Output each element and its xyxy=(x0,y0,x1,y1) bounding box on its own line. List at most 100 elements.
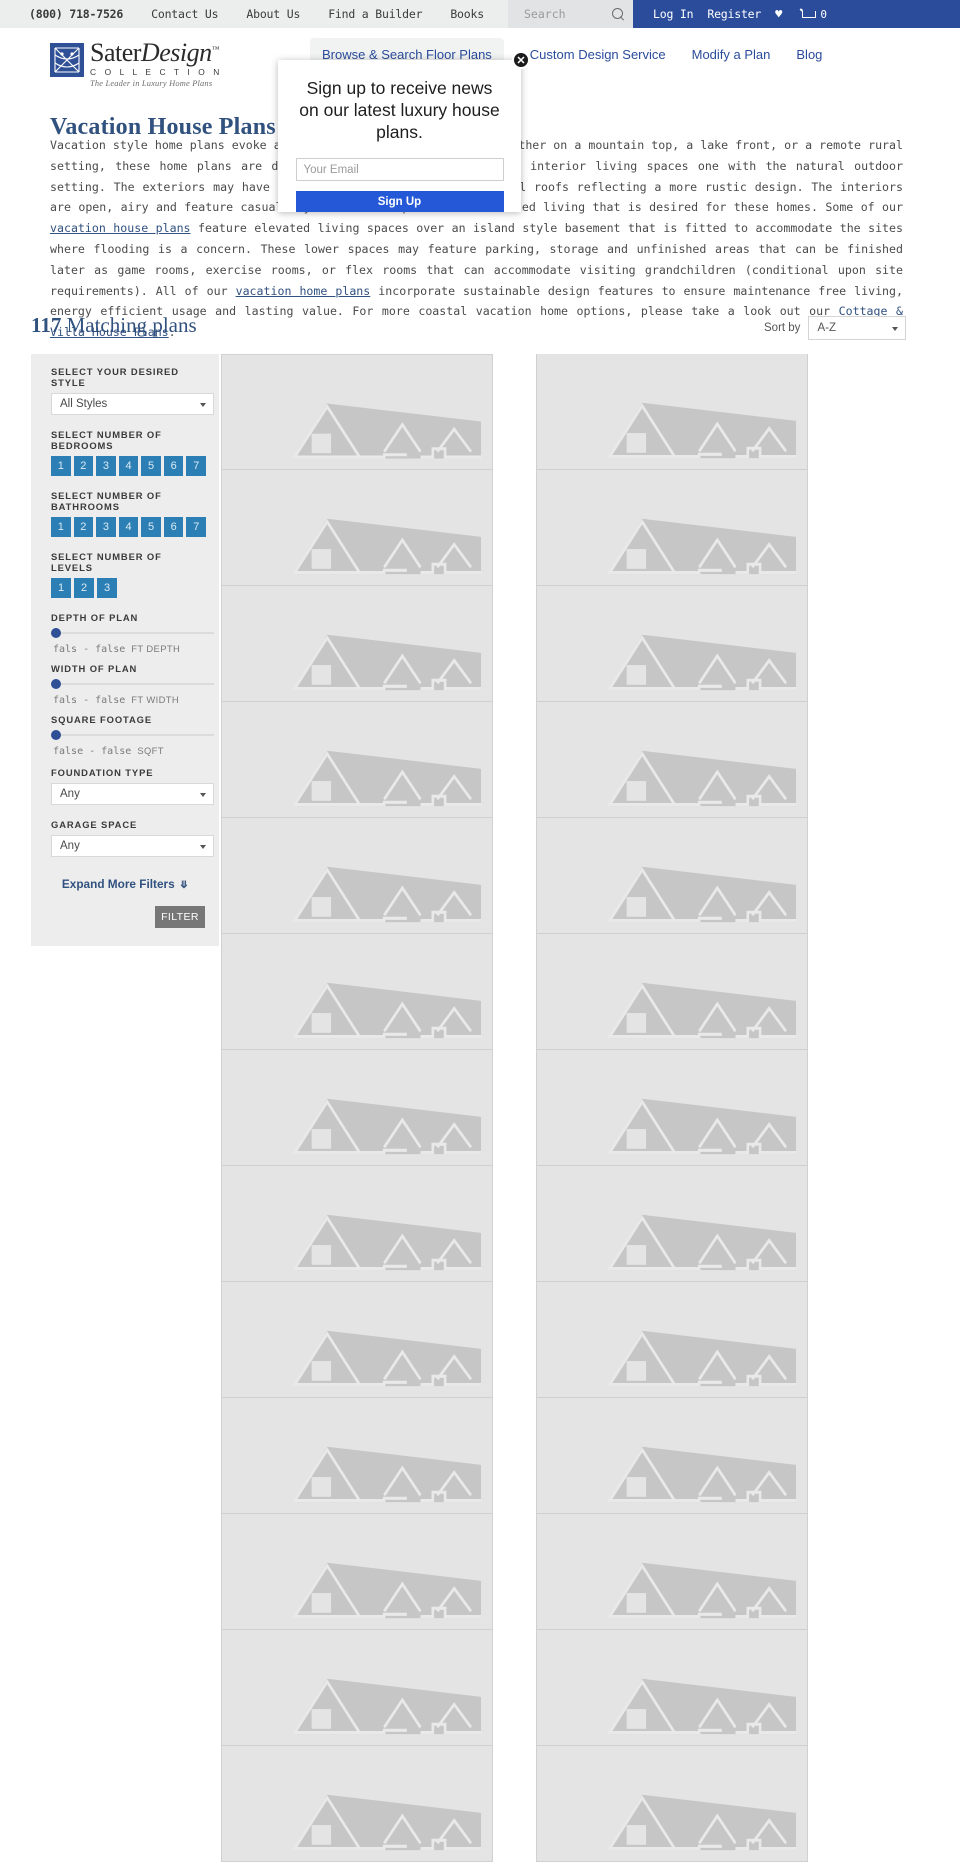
search-icon[interactable] xyxy=(612,7,625,21)
plan-results-grid xyxy=(221,354,960,1862)
account-bar: Log In Register ♥ 0 xyxy=(633,0,960,28)
plan-card[interactable] xyxy=(536,1514,808,1630)
plan-card[interactable] xyxy=(536,1166,808,1282)
plan-card[interactable] xyxy=(221,702,493,818)
filter-submit-button[interactable]: FILTER xyxy=(155,906,205,928)
expand-more-filters[interactable]: Expand More Filters ⤋ xyxy=(44,873,206,898)
plan-card[interactable] xyxy=(221,1398,493,1514)
plan-card[interactable] xyxy=(221,934,493,1050)
filter-select-garage-space[interactable]: Any xyxy=(51,835,214,857)
plan-card[interactable] xyxy=(536,1746,808,1862)
search-input[interactable] xyxy=(522,6,610,22)
plan-card[interactable] xyxy=(221,818,493,934)
cart-button[interactable]: 0 xyxy=(800,8,827,21)
plan-card[interactable] xyxy=(221,1746,493,1862)
intro-link-vacation-house-plans[interactable]: vacation house plans xyxy=(50,221,191,235)
slider-track xyxy=(51,632,214,634)
sort-label: Sort by xyxy=(764,322,801,334)
utility-link-find-a-builder[interactable]: Find a Builder xyxy=(328,7,422,21)
levels-option-1[interactable]: 1 xyxy=(51,578,71,598)
logo-wordmark: SaterDesign™ C O L L E C T I O N The Lea… xyxy=(90,40,255,89)
nav-item-custom-design-service[interactable]: Custom Design Service xyxy=(530,47,666,62)
filter-value-width: fals - false FT WIDTH xyxy=(53,694,180,706)
expand-more-filters-link[interactable]: Expand More Filters ⤋ xyxy=(62,877,188,891)
filter-label-levels: SELECT NUMBER OF LEVELS xyxy=(51,551,162,573)
sort-select[interactable]: A-Z xyxy=(808,316,907,340)
logo-collection: C O L L E C T I O N xyxy=(90,67,223,77)
filter-select-style[interactable]: All Styles xyxy=(51,393,214,415)
plan-card[interactable] xyxy=(221,354,493,470)
filter-label-garage-space: GARAGE SPACE xyxy=(51,819,138,830)
filter-label-foundation-type: FOUNDATION TYPE xyxy=(51,767,154,778)
cart-count: 0 xyxy=(820,7,827,21)
bedrooms-option-5[interactable]: 5 xyxy=(141,456,161,476)
bathrooms-option-2[interactable]: 2 xyxy=(73,517,94,537)
bathrooms-option-7[interactable]: 7 xyxy=(186,517,207,537)
bathrooms-option-4[interactable]: 4 xyxy=(118,517,139,537)
slider-track xyxy=(51,683,214,685)
plan-card[interactable] xyxy=(221,586,493,702)
plan-card[interactable] xyxy=(221,1630,493,1746)
plan-card[interactable] xyxy=(536,586,808,702)
filter-slider-square-footage[interactable] xyxy=(51,730,214,740)
nav-item-blog[interactable]: Blog xyxy=(796,47,822,62)
plan-card[interactable] xyxy=(221,470,493,586)
plan-card[interactable] xyxy=(536,1630,808,1746)
filter-label-width: WIDTH OF PLAN xyxy=(51,663,138,674)
filter-select-garage-value: Any xyxy=(60,840,80,852)
plan-card[interactable] xyxy=(221,1050,493,1166)
levels-option-2[interactable]: 2 xyxy=(74,578,94,598)
plan-card[interactable] xyxy=(536,1282,808,1398)
chevron-down-icon xyxy=(200,403,206,407)
site-logo[interactable]: SaterDesign™ C O L L E C T I O N The Lea… xyxy=(50,40,255,89)
filter-label-depth: DEPTH OF PLAN xyxy=(51,612,139,623)
heart-icon[interactable]: ♥ xyxy=(775,8,782,20)
search-box[interactable] xyxy=(508,0,633,28)
chevron-down-icon xyxy=(200,845,206,849)
bedrooms-option-2[interactable]: 2 xyxy=(73,456,94,476)
filter-slider-depth[interactable] xyxy=(51,628,214,638)
plan-card[interactable] xyxy=(536,818,808,934)
slider-handle-width[interactable] xyxy=(51,679,61,689)
plan-card[interactable] xyxy=(536,470,808,586)
plan-card[interactable] xyxy=(221,1166,493,1282)
nav-item-modify-a-plan[interactable]: Modify a Plan xyxy=(692,47,771,62)
bathrooms-option-5[interactable]: 5 xyxy=(141,517,161,537)
plan-card[interactable] xyxy=(536,702,808,818)
log-in-link[interactable]: Log In xyxy=(653,7,694,21)
plan-card[interactable] xyxy=(536,934,808,1050)
bedrooms-option-1[interactable]: 1 xyxy=(51,456,71,476)
filter-select-style-value: All Styles xyxy=(60,398,108,410)
bedrooms-option-7[interactable]: 7 xyxy=(186,456,207,476)
filter-sidebar: SELECT YOUR DESIRED STYLE All Styles SEL… xyxy=(31,354,219,946)
bathrooms-option-3[interactable]: 3 xyxy=(96,517,116,537)
filter-slider-width[interactable] xyxy=(51,679,214,689)
plan-card[interactable] xyxy=(221,1282,493,1398)
levels-option-3[interactable]: 3 xyxy=(97,578,117,598)
filter-bedrooms-options: 1 2 3 4 5 6 7 xyxy=(51,456,207,476)
email-field[interactable] xyxy=(295,158,504,181)
bedrooms-option-3[interactable]: 3 xyxy=(96,456,116,476)
bedrooms-option-4[interactable]: 4 xyxy=(118,456,139,476)
register-link[interactable]: Register xyxy=(707,7,761,21)
slider-handle-depth[interactable] xyxy=(51,628,61,638)
sign-up-button[interactable]: Sign Up xyxy=(295,191,504,212)
bathrooms-option-1[interactable]: 1 xyxy=(51,517,71,537)
utility-link-contact-us[interactable]: Contact Us xyxy=(151,7,218,21)
plan-card[interactable] xyxy=(221,1514,493,1630)
close-icon[interactable]: ✕ xyxy=(512,51,530,69)
bathrooms-option-6[interactable]: 6 xyxy=(163,517,184,537)
intro-link-vacation-home-plans[interactable]: vacation home plans xyxy=(236,284,371,298)
plan-card[interactable] xyxy=(536,1398,808,1514)
filter-label-square-footage: SQUARE FOOTAGE xyxy=(51,714,152,725)
filter-select-foundation-type[interactable]: Any xyxy=(51,783,214,805)
sort-select-value: A-Z xyxy=(817,322,836,334)
plan-card[interactable] xyxy=(536,1050,808,1166)
filter-button-row: FILTER xyxy=(44,898,206,928)
sater-logo-icon xyxy=(50,43,84,77)
utility-link-about-us[interactable]: About Us xyxy=(246,7,300,21)
bedrooms-option-6[interactable]: 6 xyxy=(163,456,184,476)
slider-handle-square-footage[interactable] xyxy=(51,730,61,740)
plan-card[interactable] xyxy=(536,354,808,470)
utility-link-books[interactable]: Books xyxy=(450,7,484,21)
